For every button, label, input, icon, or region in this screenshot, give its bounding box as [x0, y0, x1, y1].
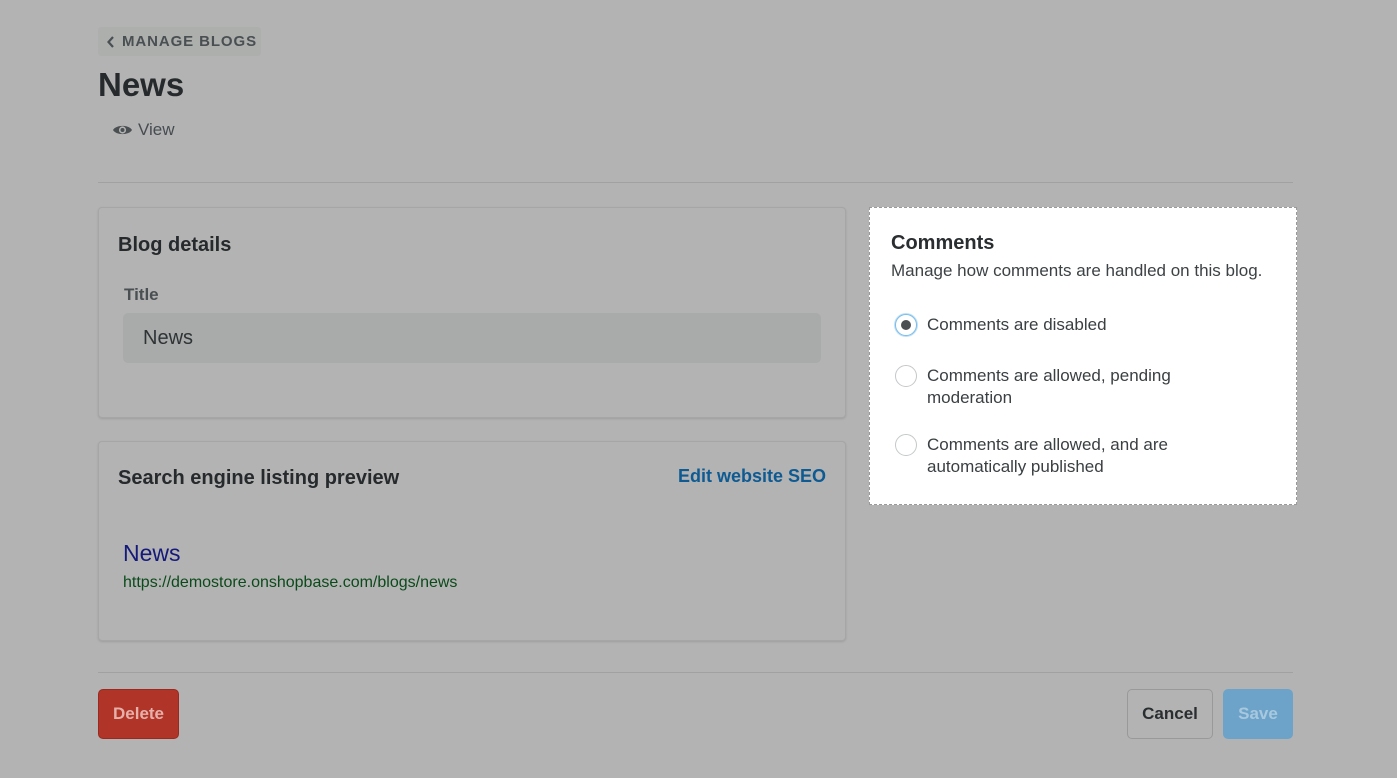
delete-button[interactable]: Delete [98, 689, 179, 739]
page-title: News [98, 66, 185, 103]
radio-label: Comments are allowed, pending moderation [927, 366, 1171, 407]
title-input[interactable] [123, 313, 821, 363]
footer-divider [98, 672, 1293, 673]
cancel-button[interactable]: Cancel [1127, 689, 1213, 739]
seo-preview-title[interactable]: News [123, 540, 181, 567]
header-divider [98, 182, 1293, 183]
radio-label: Comments are allowed, and are automatica… [927, 435, 1168, 476]
edit-website-seo-link[interactable]: Edit website SEO [678, 466, 826, 487]
comments-option-auto-published[interactable]: Comments are allowed, and are automatica… [895, 434, 1227, 478]
comments-card: Comments Manage how comments are handled… [869, 207, 1297, 505]
back-link-label: MANAGE BLOGS [122, 33, 257, 50]
blog-details-heading: Blog details [118, 234, 232, 256]
comments-option-disabled[interactable]: Comments are disabled [895, 314, 1227, 336]
seo-preview-heading: Search engine listing preview [118, 467, 400, 489]
view-link[interactable]: View [112, 120, 175, 140]
blog-details-card: Blog details Title [98, 207, 846, 418]
radio-label: Comments are disabled [927, 315, 1107, 334]
save-button[interactable]: Save [1223, 689, 1293, 739]
title-field-label: Title [124, 285, 159, 304]
chevron-left-icon [106, 32, 122, 52]
comments-heading: Comments [891, 232, 995, 254]
view-link-label: View [138, 120, 175, 139]
comments-option-moderated[interactable]: Comments are allowed, pending moderation [895, 365, 1227, 409]
seo-preview-url: https://demostore.onshopbase.com/blogs/n… [123, 574, 458, 591]
manage-blogs-back-link[interactable]: MANAGE BLOGS [98, 27, 261, 56]
radio-button[interactable] [895, 314, 917, 336]
radio-button[interactable] [895, 434, 917, 456]
page: MANAGE BLOGS News View Blog details Titl… [0, 0, 1397, 778]
seo-preview-card: Search engine listing preview Edit websi… [98, 441, 846, 641]
radio-button[interactable] [895, 365, 917, 387]
comments-description: Manage how comments are handled on this … [891, 261, 1263, 280]
eye-icon [112, 122, 134, 138]
